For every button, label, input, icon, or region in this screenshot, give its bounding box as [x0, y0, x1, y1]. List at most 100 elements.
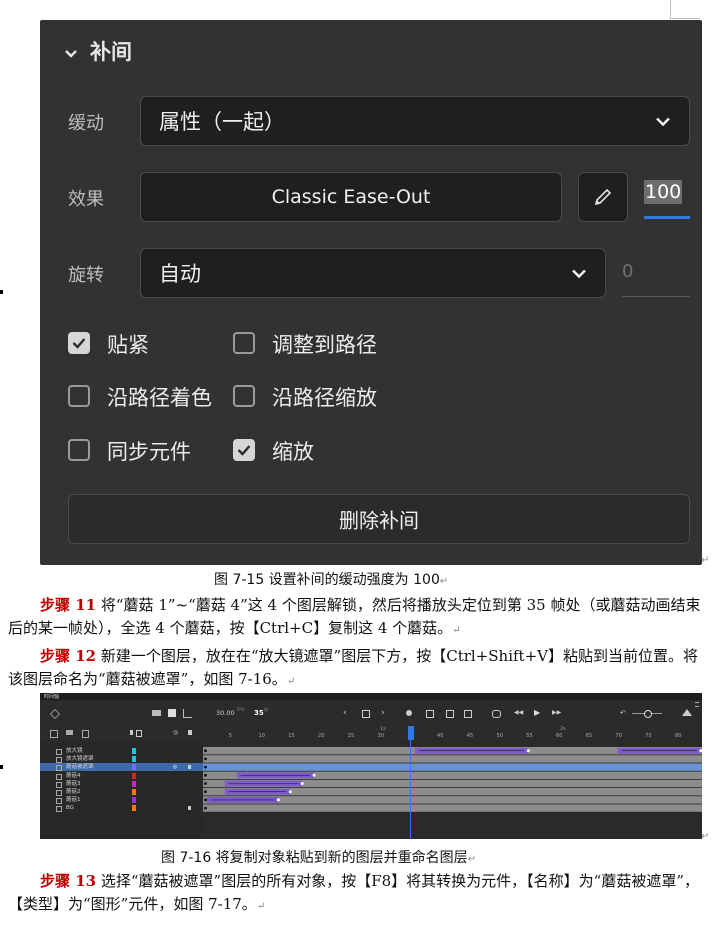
edit-multiple-icon[interactable] — [426, 710, 434, 718]
playhead-line — [410, 740, 411, 839]
ruler-tick-label: 20 — [318, 733, 325, 739]
layer-row[interactable]: 放大镜 — [40, 747, 203, 755]
tween-properties-panel: 补间 缓动 属性（一起） 效果 Classic Ease-Out 100 旋转 … — [40, 20, 702, 565]
layer-row[interactable]: BG — [40, 804, 203, 813]
trash-icon[interactable] — [82, 730, 89, 738]
visibility-icon[interactable]: ◎ — [173, 729, 178, 736]
outline-icon[interactable] — [136, 730, 142, 737]
layer-row[interactable]: 蘑菇3 — [40, 780, 203, 788]
ruler-tick-label: 45 — [466, 733, 474, 739]
new-layer-icon[interactable] — [50, 730, 58, 738]
snap-label: 贴紧 — [107, 333, 149, 357]
chevron-left-icon[interactable]: ‹ — [343, 709, 347, 718]
paragraph-mark: ↵ — [701, 555, 710, 566]
figure-caption: 图 7-15 设置补间的缓动强度为 100↵ — [214, 572, 449, 588]
tween-end-keyframe — [288, 790, 292, 794]
keyframe — [204, 806, 207, 810]
page-corner-mark — [670, 18, 700, 19]
frames-graphic — [203, 747, 702, 812]
camera-icon[interactable] — [152, 710, 161, 716]
loop-icon[interactable] — [492, 710, 501, 718]
step-label: 步骤 12 — [40, 647, 97, 665]
layer-visibility-icon[interactable]: ◎ — [173, 764, 177, 770]
lock-icon[interactable] — [188, 730, 192, 735]
layer-name: 蘑菇1 — [66, 797, 81, 804]
onion-toggle-icon[interactable] — [406, 710, 412, 716]
layer-row[interactable]: 蘑菇4 — [40, 772, 203, 780]
onion-skin-icon[interactable] — [168, 709, 176, 717]
margin-mark — [0, 765, 3, 769]
scale-checkbox[interactable] — [233, 439, 255, 461]
highlight-icon[interactable] — [130, 730, 133, 735]
zoom-slider-thumb[interactable] — [644, 710, 652, 718]
ruler-tick-label: 65 — [585, 733, 593, 739]
ruler-tick-label: 25 — [347, 733, 355, 739]
layer-color-swatch[interactable] — [132, 748, 136, 754]
sync-symbols-checkbox[interactable] — [68, 439, 90, 461]
layer-color-swatch[interactable] — [132, 797, 136, 804]
layer-color-swatch[interactable] — [132, 772, 136, 779]
paragraph-step-13: 步骤 13 选择“蘑菇被遮罩”图层的所有对象，按【F8】将其转换为元件，【名称】… — [8, 872, 700, 913]
layer-row[interactable]: 蘑菇1 — [40, 796, 203, 805]
layer-color-swatch[interactable] — [132, 805, 136, 812]
scale-along-path-label: 沿路径缩放 — [272, 386, 377, 410]
chevron-right-icon[interactable]: › — [381, 709, 385, 718]
graph-icon[interactable] — [183, 709, 192, 718]
play-icon[interactable]: ▶ — [534, 709, 540, 717]
ruler-tick-label: 5 — [228, 733, 232, 739]
center-frame-icon[interactable] — [362, 710, 370, 718]
step-back-icon[interactable]: ◀◀ — [514, 710, 523, 716]
frame-row — [203, 763, 702, 771]
layer-lock-icon[interactable] — [188, 765, 191, 770]
effect-amount-input[interactable]: 100 — [644, 180, 683, 204]
fps-unit: FPS — [237, 707, 245, 712]
paragraph-mark: ↵ — [701, 831, 710, 842]
orient-to-path-checkbox[interactable] — [233, 332, 255, 354]
layers-icon — [50, 709, 60, 719]
layer-row[interactable]: 放大镜遮罩 — [40, 755, 203, 764]
color-along-path-label: 沿路径着色 — [107, 386, 212, 410]
menu-icon[interactable] — [695, 702, 699, 707]
tween-section-header[interactable]: 补间 — [64, 36, 132, 66]
folder-icon[interactable] — [66, 730, 73, 735]
layer-icon — [56, 773, 62, 780]
layer-color-swatch[interactable] — [132, 789, 136, 795]
layer-color-swatch[interactable] — [132, 764, 136, 771]
insert-keyframe-icon[interactable] — [446, 710, 454, 718]
playhead-handle[interactable] — [408, 726, 414, 740]
keyframe — [204, 765, 207, 769]
effect-selector[interactable]: Classic Ease-Out — [140, 172, 562, 222]
layer-row[interactable]: 蘑菇被遮罩 ◎ — [40, 763, 203, 772]
keyframe — [204, 757, 207, 761]
ruler-tick-label: 60 — [556, 733, 563, 739]
color-along-path-checkbox[interactable] — [68, 385, 90, 407]
ruler-tick-label: 55 — [526, 733, 533, 739]
step-label: 步骤 11 — [40, 596, 97, 614]
section-title: 补间 — [90, 40, 132, 64]
layer-icon — [56, 806, 62, 813]
step-forward-icon[interactable]: ▶▶ — [552, 710, 561, 716]
scale-along-path-checkbox[interactable] — [233, 385, 255, 407]
layer-color-swatch[interactable] — [132, 756, 136, 763]
fps-value[interactable]: 30.00 — [216, 709, 235, 717]
timeline-screenshot: 时间轴 30.00 FPS 35 帧 ‹ › ◀◀ ▶ ▶▶ ↶ ◎ 1s 2s… — [40, 693, 702, 839]
effect-label: 效果 — [68, 189, 104, 210]
undo-icon[interactable]: ↶ — [620, 710, 626, 717]
timeline-title: 时间轴 — [44, 694, 60, 700]
rotate-dropdown[interactable]: 自动 — [140, 248, 606, 298]
ease-dropdown[interactable]: 属性（一起） — [140, 96, 690, 146]
layer-color-swatch[interactable] — [132, 780, 136, 787]
current-frame[interactable]: 35 — [254, 709, 264, 717]
rotate-count-input[interactable]: 0 — [622, 261, 633, 282]
mountain-icon[interactable] — [682, 709, 692, 716]
delete-tween-button[interactable]: 删除补间 — [68, 494, 690, 544]
tween-end-keyframe — [312, 773, 316, 777]
layer-icon — [56, 765, 62, 772]
edit-ease-button[interactable] — [578, 172, 628, 222]
layer-name: 蘑菇4 — [66, 772, 81, 779]
layer-row[interactable]: 蘑菇2 — [40, 788, 203, 796]
input-underline — [622, 296, 690, 297]
layer-lock-icon[interactable] — [188, 806, 191, 811]
blank-keyframe-icon[interactable] — [464, 710, 472, 718]
snap-checkbox[interactable] — [68, 332, 90, 354]
